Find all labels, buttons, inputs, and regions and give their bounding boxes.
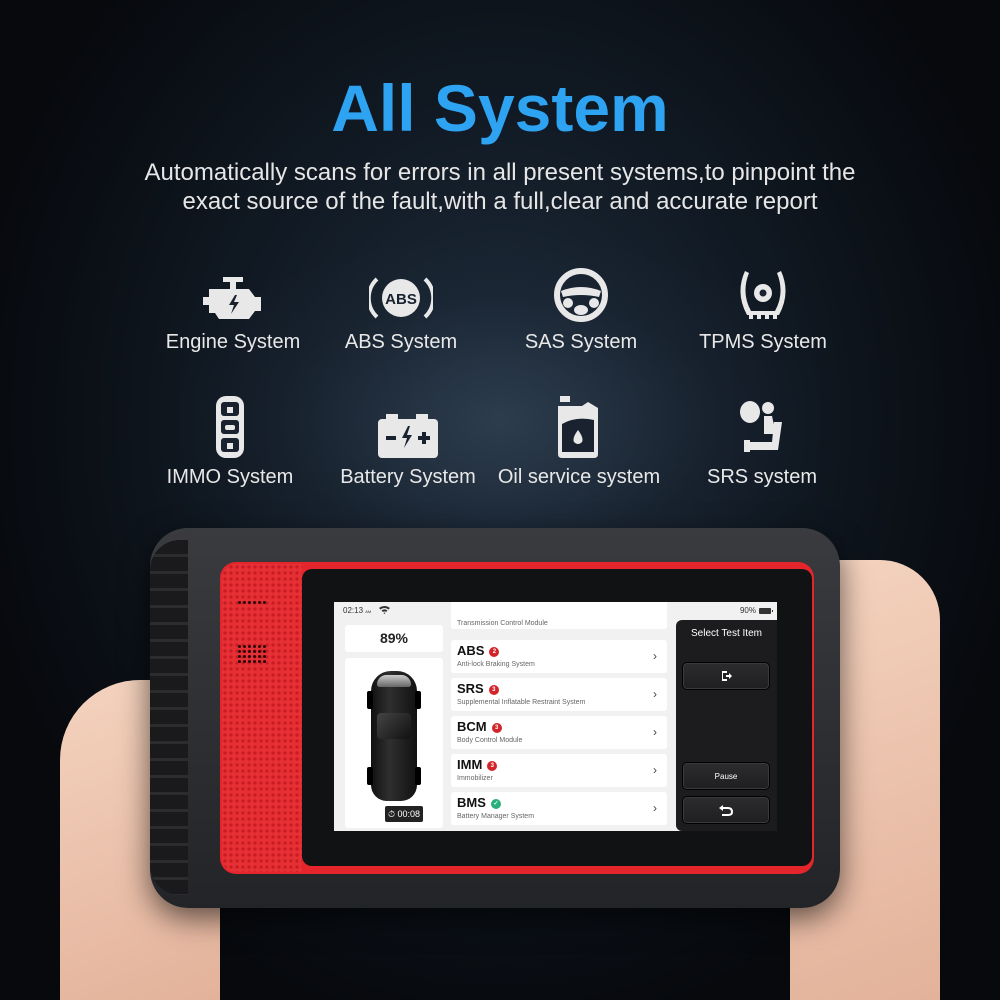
back-arrow-icon (719, 804, 733, 816)
system-code: SRS (457, 681, 484, 696)
error-count-badge: 3 (487, 761, 498, 771)
error-count-badge: 3 (488, 685, 499, 695)
exit-button[interactable] (682, 662, 770, 690)
system-description: Immobilizer (457, 775, 493, 782)
indicator-dots (238, 601, 266, 604)
engine-icon (203, 277, 261, 319)
abs-icon: ABS (369, 277, 433, 319)
car-top-view-image (367, 671, 421, 801)
ok-check-badge: ✓ (490, 799, 501, 809)
feature-battery: Battery System (318, 400, 498, 489)
system-description: Body Control Module (457, 737, 523, 744)
clock: 02:13 (343, 606, 364, 615)
chevron-right-icon: › (653, 763, 657, 777)
system-description: Anti-lock Braking System (457, 661, 535, 668)
system-code: IMM (457, 757, 483, 772)
battery-status-icon (759, 607, 773, 614)
speaker-dots (238, 645, 266, 663)
steering-wheel-icon (554, 268, 608, 322)
list-item[interactable]: ABS 2 Anti-lock Braking System › (451, 640, 667, 673)
list-item[interactable]: Transmission Control Module (451, 602, 667, 629)
speaker-grille (222, 564, 302, 872)
battery-icon (378, 414, 438, 458)
wifi-icon (379, 606, 390, 614)
list-item[interactable]: IMM 3 Immobilizer › (451, 754, 667, 787)
battery-percent: 90% (739, 606, 756, 615)
chevron-right-icon: › (653, 801, 657, 815)
pause-button[interactable]: Pause (682, 762, 770, 790)
feature-abs: ABS ABS System (311, 265, 491, 354)
chevron-right-icon: › (653, 725, 657, 739)
scan-progress: 89% (345, 625, 443, 652)
chevron-right-icon: › (653, 687, 657, 701)
feature-immo: IMMO System (140, 396, 320, 489)
vehicle-view: ⏱ 00:08 (345, 658, 443, 828)
system-code: BCM (457, 719, 487, 734)
exit-icon (722, 671, 732, 681)
svg-text:ABS: ABS (385, 291, 417, 308)
scan-timer: ⏱ 00:08 (385, 806, 423, 822)
page-subtitle: Automatically scans for errors in all pr… (144, 159, 856, 215)
system-description: Supplemental Inflatable Restraint System (457, 699, 586, 706)
system-description: Battery Manager System (457, 813, 535, 820)
airbag-seat-icon (740, 401, 782, 452)
feature-sas: SAS System (491, 265, 671, 354)
system-code: BMS (457, 795, 486, 810)
feature-oil-service: Oil service system (489, 396, 669, 489)
key-fob-icon (216, 396, 244, 458)
list-item[interactable]: BMS ✓ Battery Manager System › (451, 792, 667, 825)
error-count-badge: 2 (489, 647, 500, 657)
feature-srs: SRS system (672, 400, 852, 489)
tire-pressure-icon (740, 271, 786, 319)
device-screen: 02:13 AM 90% 89% ⏱ 00:08 Transmission Co… (334, 602, 777, 831)
system-code: ABS (457, 643, 485, 658)
page-title: All System (331, 71, 669, 145)
error-count-badge: 3 (491, 723, 502, 733)
oil-can-icon (558, 396, 598, 458)
device-grip (150, 540, 188, 895)
list-item[interactable]: SRS 3 Supplemental Inflatable Restraint S… (451, 678, 667, 711)
feature-tpms: TPMS System (673, 265, 853, 354)
panel-title: Select Test Item (691, 628, 762, 639)
feature-engine: Engine System (143, 265, 323, 354)
chevron-right-icon: › (653, 649, 657, 663)
list-item[interactable]: BCM 3 Body Control Module › (451, 716, 667, 749)
back-button[interactable] (682, 796, 770, 824)
action-panel: Select Test Item Pause (676, 620, 777, 831)
